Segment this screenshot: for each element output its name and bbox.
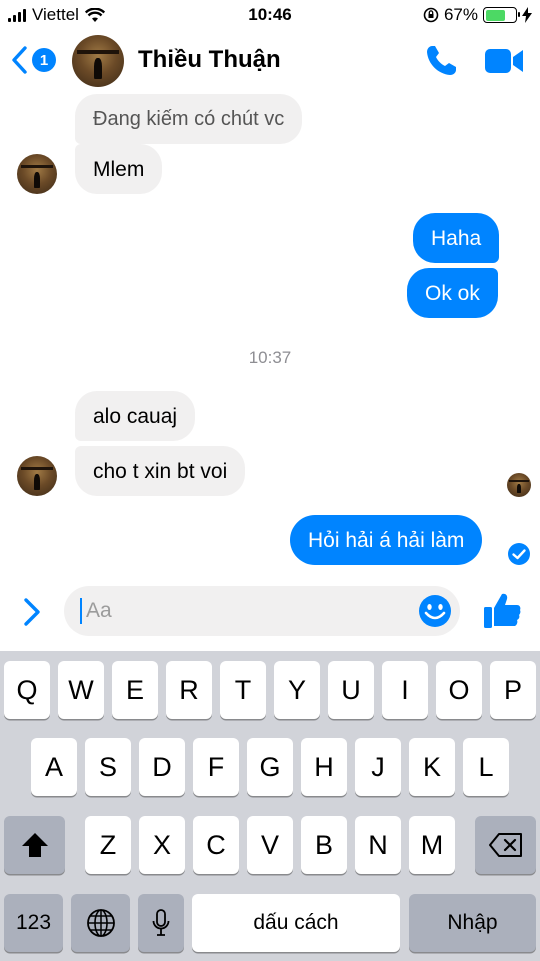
key-i[interactable]: I xyxy=(382,661,428,719)
key-o[interactable]: O xyxy=(436,661,482,719)
message-timestamp: 10:37 xyxy=(248,348,292,367)
key-m[interactable]: M xyxy=(409,816,455,874)
key-d[interactable]: D xyxy=(139,738,185,796)
key-n[interactable]: N xyxy=(355,816,401,874)
key-c[interactable]: C xyxy=(193,816,239,874)
smiley-icon[interactable] xyxy=(418,594,452,628)
shift-arrow-icon xyxy=(21,833,48,857)
numbers-key[interactable]: 123 xyxy=(4,894,63,952)
contact-avatar-small xyxy=(17,456,57,496)
message-bubble-incoming[interactable]: Mlem xyxy=(75,144,163,194)
battery-icon xyxy=(483,7,520,23)
key-g[interactable]: G xyxy=(247,738,293,796)
message-bubble-incoming[interactable]: cho t xin bt voi xyxy=(75,446,246,496)
key-q[interactable]: Q xyxy=(4,661,50,719)
keyboard: QWERTYUIOP ASDFGHJKL ZXCVBNM 123 dấu các… xyxy=(0,651,540,961)
contact-avatar-small xyxy=(17,154,57,194)
key-z[interactable]: Z xyxy=(85,816,131,874)
status-right: 67% xyxy=(423,5,532,25)
key-f[interactable]: F xyxy=(193,738,239,796)
video-camera-icon[interactable] xyxy=(483,46,525,76)
key-b[interactable]: B xyxy=(301,816,347,874)
key-p[interactable]: P xyxy=(490,661,536,719)
key-l[interactable]: L xyxy=(463,738,509,796)
key-e[interactable]: E xyxy=(112,661,158,719)
dictation-key[interactable] xyxy=(138,894,184,952)
shift-key[interactable] xyxy=(4,816,65,874)
chevron-left-icon xyxy=(12,46,27,74)
key-y[interactable]: Y xyxy=(274,661,320,719)
thumbs-up-icon[interactable] xyxy=(482,590,522,630)
text-caret xyxy=(80,598,82,624)
chevron-right-icon[interactable] xyxy=(20,597,44,627)
unread-badge: 1 xyxy=(32,48,56,72)
key-v[interactable]: V xyxy=(247,816,293,874)
space-key[interactable]: dấu cách xyxy=(192,894,400,952)
key-t[interactable]: T xyxy=(220,661,266,719)
delete-key[interactable] xyxy=(475,816,536,874)
key-s[interactable]: S xyxy=(85,738,131,796)
microphone-icon xyxy=(152,909,170,936)
contact-name[interactable]: Thiều Thuận xyxy=(138,46,281,74)
return-key[interactable]: Nhập xyxy=(409,894,536,952)
key-k[interactable]: K xyxy=(409,738,455,796)
battery-percent: 67% xyxy=(443,5,478,24)
message-bubble-incoming[interactable]: alo cauaj xyxy=(75,391,196,441)
key-j[interactable]: J xyxy=(355,738,401,796)
globe-key[interactable] xyxy=(71,894,130,952)
key-a[interactable]: A xyxy=(31,738,77,796)
key-x[interactable]: X xyxy=(139,816,185,874)
battery-fill xyxy=(485,9,505,21)
message-bubble-outgoing[interactable]: Haha xyxy=(413,213,500,263)
status-bar: Viettel 10:46 67% xyxy=(0,0,540,30)
check-circle-icon xyxy=(508,543,530,565)
conversation-header: 1 Thiều Thuận xyxy=(0,30,540,92)
message-input-placeholder: Aa xyxy=(86,599,112,622)
rotation-lock-icon xyxy=(423,7,439,23)
contact-avatar[interactable] xyxy=(72,35,124,87)
back-button[interactable]: 1 xyxy=(10,45,56,75)
key-w[interactable]: W xyxy=(58,661,104,719)
message-bubble-outgoing[interactable]: Ok ok xyxy=(407,268,498,318)
phone-icon[interactable] xyxy=(423,43,459,79)
backspace-icon xyxy=(488,833,522,857)
read-receipt-avatar xyxy=(507,473,531,497)
globe-icon xyxy=(86,909,115,937)
message-input[interactable]: Aa xyxy=(64,586,460,636)
key-r[interactable]: R xyxy=(166,661,212,719)
message-bubble-incoming[interactable]: Đang kiếm có chút vc xyxy=(75,94,303,144)
key-u[interactable]: U xyxy=(328,661,374,719)
key-h[interactable]: H xyxy=(301,738,347,796)
message-bubble-outgoing[interactable]: Hỏi hải á hải làm xyxy=(290,515,483,565)
charging-bolt-icon xyxy=(522,7,532,23)
